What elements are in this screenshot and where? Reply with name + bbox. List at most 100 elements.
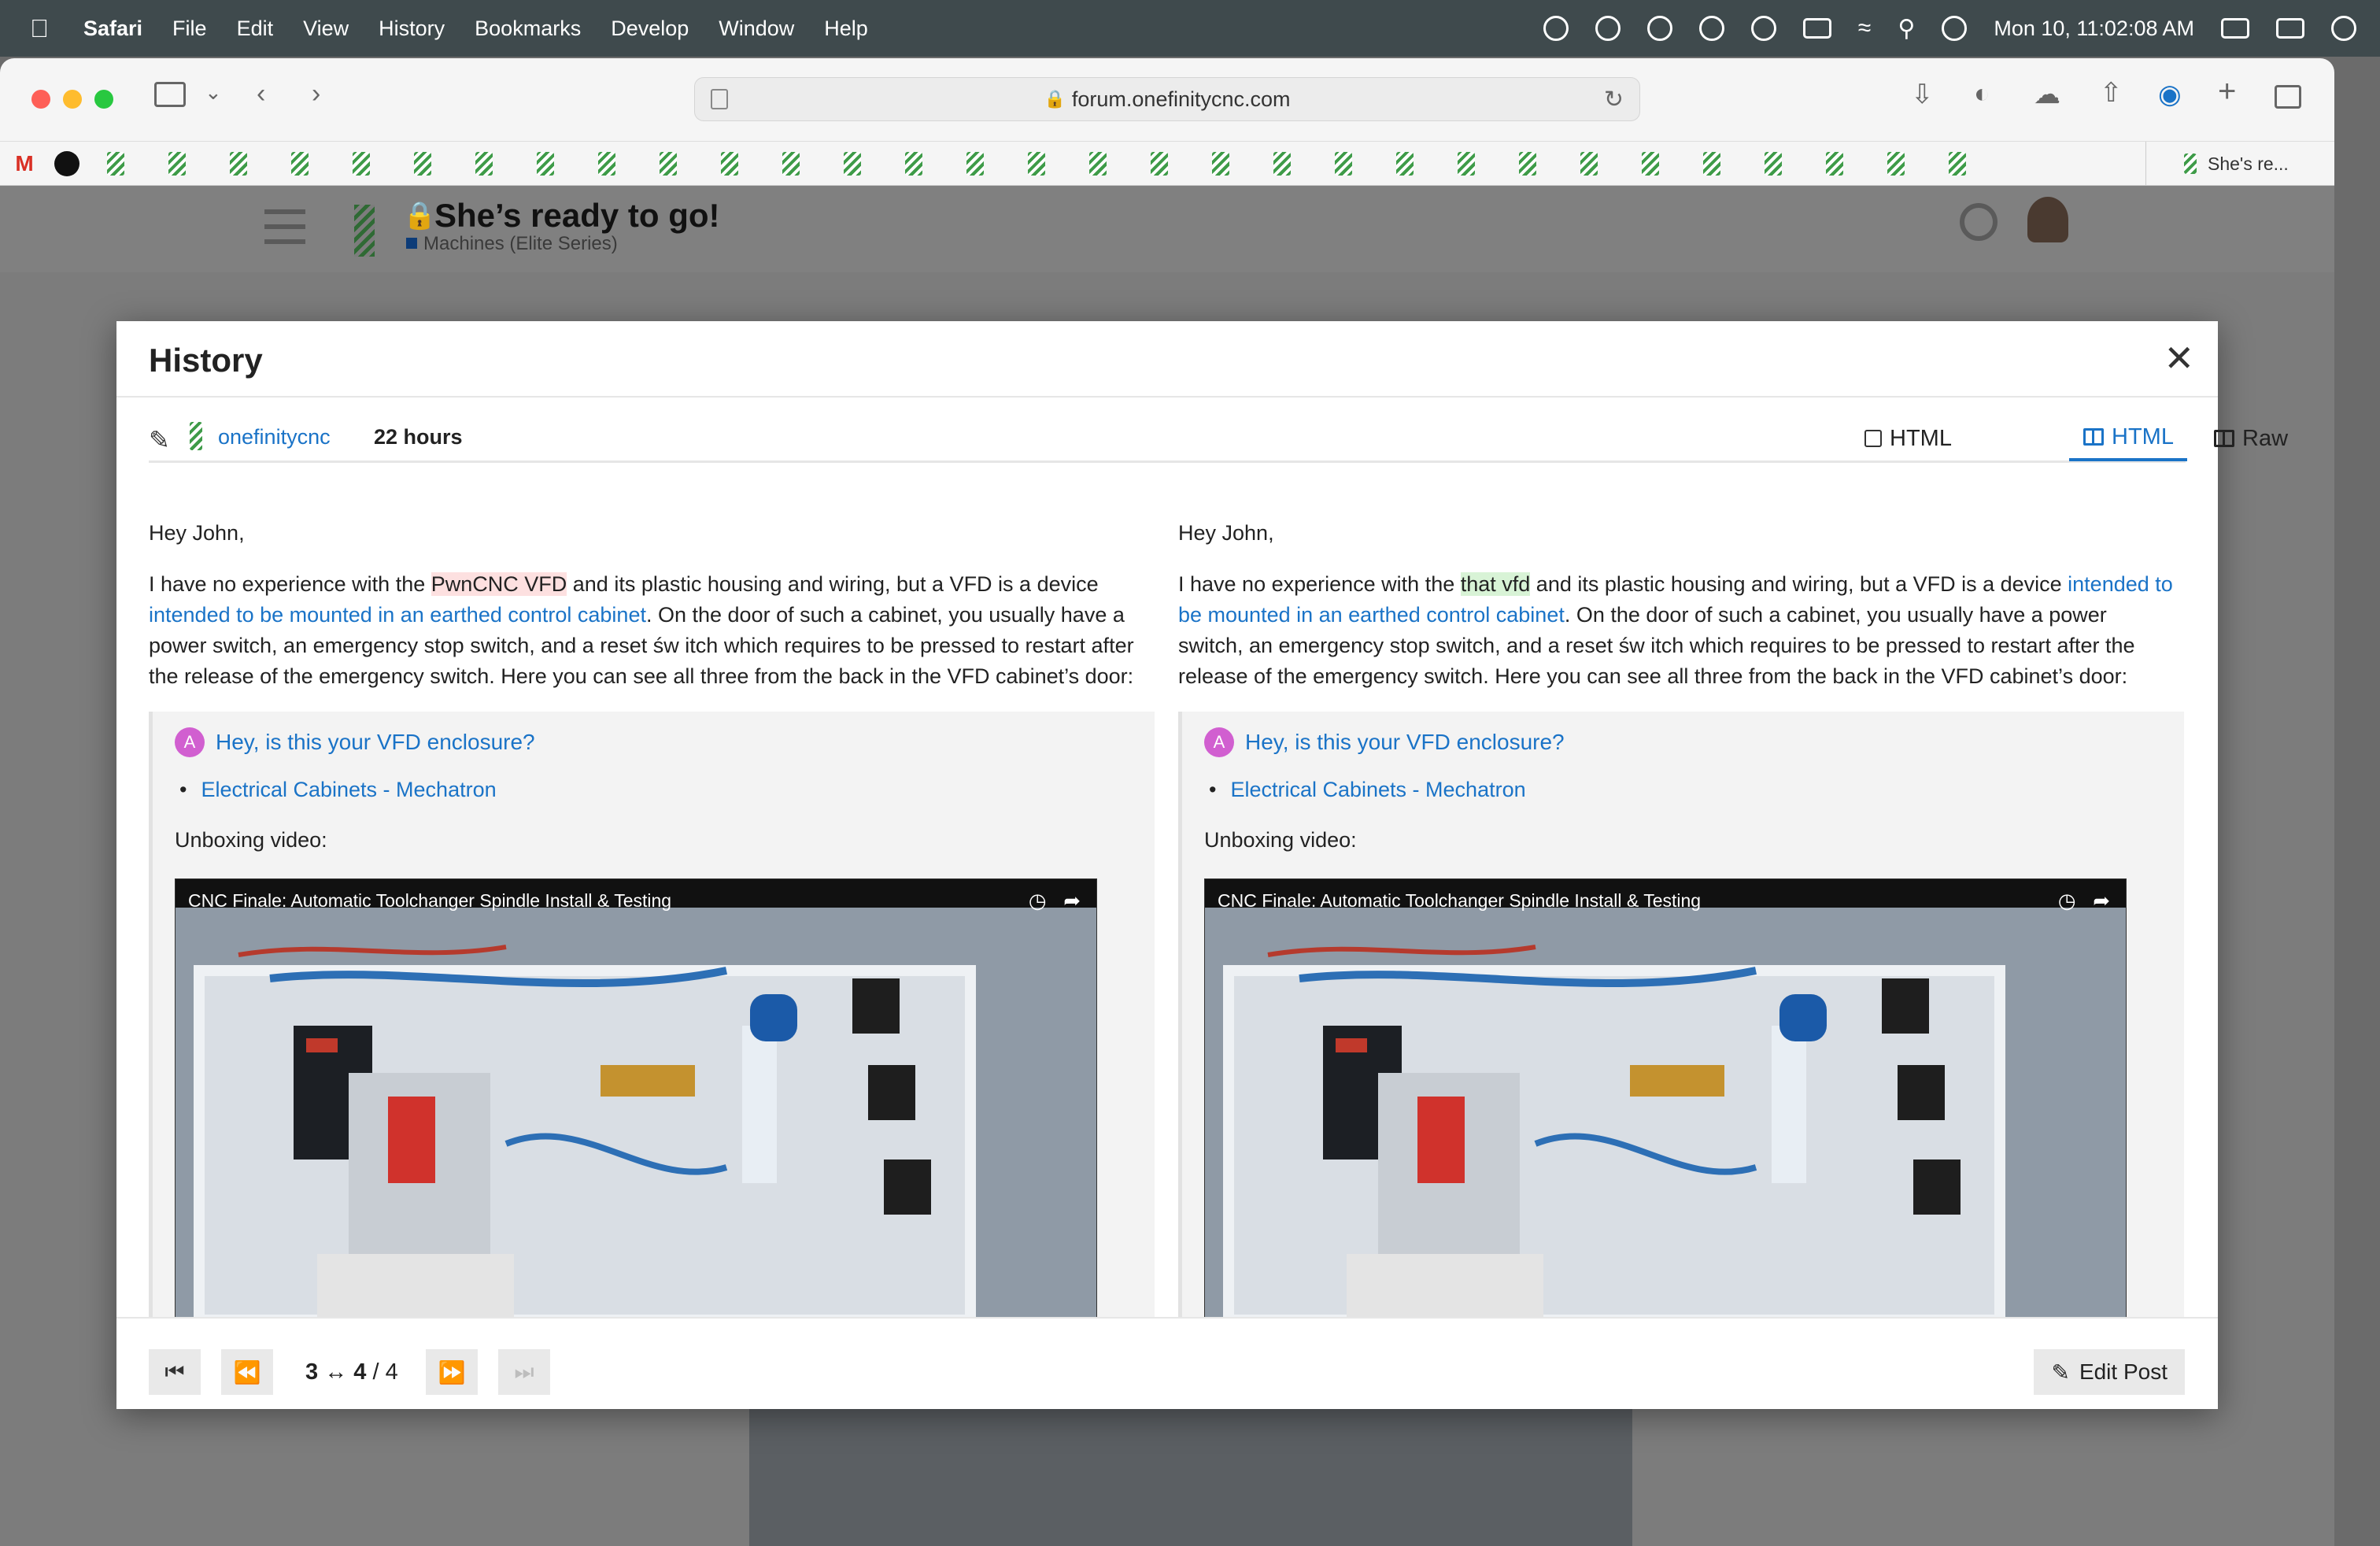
bookmark-stripe-icon[interactable]: [146, 151, 208, 176]
bookmark-stripe-icon[interactable]: [822, 151, 883, 176]
video-title[interactable]: CNC Finale: Automatic Toolchanger Spindl…: [1218, 890, 1701, 912]
address-bar[interactable]: 🔒 forum.onefinitycnc.com ↻: [694, 77, 1640, 121]
control-center-icon[interactable]: [2276, 18, 2304, 39]
bookmark-stripe-icon[interactable]: [392, 151, 453, 176]
bookmark-stripe-icon[interactable]: [1558, 151, 1620, 176]
video-embed[interactable]: CNC Finale: Automatic Toolchanger Spindl…: [175, 878, 1097, 1318]
menu-file[interactable]: File: [172, 17, 207, 41]
share-icon[interactable]: ⇧: [2100, 77, 2123, 109]
bookmark-stripe-icon[interactable]: [331, 151, 392, 176]
topic-title[interactable]: She’s ready to go!: [434, 197, 720, 235]
tab-overview-icon[interactable]: [2275, 85, 2301, 109]
sidebar-toggle-icon[interactable]: [154, 82, 186, 107]
chatgpt-icon[interactable]: [1698, 16, 1724, 41]
download-icon[interactable]: ⇩: [1911, 79, 1934, 110]
shield-icon[interactable]: ◐: [1974, 79, 1990, 109]
bookmark-stripe-icon[interactable]: [760, 151, 822, 176]
menu-app-safari[interactable]: Safari: [83, 17, 142, 41]
bookmark-stripe-icon[interactable]: [1743, 151, 1804, 176]
edit-post-button[interactable]: ✎ Edit Post: [2034, 1349, 2185, 1395]
menubar-clock[interactable]: Mon 10, 11:02:08 AM: [1994, 17, 2194, 41]
watch-later-icon[interactable]: ◷: [1029, 889, 1047, 912]
quote-header[interactable]: A Hey, is this your VFD enclosure?: [175, 727, 535, 757]
menu-edit[interactable]: Edit: [237, 17, 274, 41]
video-embed[interactable]: CNC Finale: Automatic Toolchanger Spindl…: [1204, 878, 2127, 1318]
bookmark-stripe-icon[interactable]: [453, 151, 515, 176]
bookmark-stripe-icon[interactable]: [1620, 151, 1681, 176]
menu-history[interactable]: History: [379, 17, 445, 41]
first-revision-button[interactable]: ⏮: [149, 1349, 201, 1395]
bookmark-stripe-icon[interactable]: [1067, 151, 1129, 176]
user-avatar-icon[interactable]: [190, 422, 202, 450]
bookmark-stripe-icon[interactable]: [208, 151, 269, 176]
list-item-link[interactable]: Electrical Cabinets - Mechatron: [179, 778, 496, 802]
bookmark-stripe-icon[interactable]: [515, 151, 576, 176]
play-icon[interactable]: [1750, 16, 1776, 41]
bookmark-stripe-icon[interactable]: [1006, 151, 1067, 176]
bookmark-stripe-icon[interactable]: [638, 151, 699, 176]
menu-help[interactable]: Help: [824, 17, 868, 41]
bookmark-stripe-icon[interactable]: [1927, 151, 1988, 176]
forward-icon[interactable]: ›: [312, 79, 320, 109]
bookmark-stripe-icon[interactable]: [1129, 151, 1190, 176]
new-tab-icon[interactable]: +: [2218, 74, 2236, 109]
bookmark-stripe-icon[interactable]: [1497, 151, 1558, 176]
globe-icon[interactable]: [1595, 16, 1621, 41]
openai-bookmark-icon[interactable]: [49, 150, 85, 176]
bookmark-stripe-icon[interactable]: [85, 151, 146, 176]
clock-history-icon[interactable]: [1942, 16, 1968, 41]
share-icon[interactable]: ➦: [1063, 889, 1081, 912]
bookmark-stripe-icon[interactable]: [1865, 151, 1927, 176]
battery-icon[interactable]: [1802, 18, 1831, 39]
hamburger-menu-icon[interactable]: [264, 209, 305, 244]
topic-category[interactable]: Machines (Elite Series): [423, 233, 618, 255]
revision-user[interactable]: onefinitycnc: [218, 425, 331, 449]
password-icon[interactable]: ◉: [2158, 79, 2182, 110]
cabinet-link[interactable]: intended to be mounted in an earthed con…: [149, 603, 646, 627]
quote-header[interactable]: A Hey, is this your VFD enclosure?: [1204, 727, 1565, 757]
bookmark-stripe-icon[interactable]: [1374, 151, 1436, 176]
bookmark-stripe-icon[interactable]: [883, 151, 944, 176]
open-tab[interactable]: She's re...: [2145, 142, 2334, 186]
quote-link[interactable]: Hey, is this your VFD enclosure?: [1245, 730, 1565, 755]
tab-raw[interactable]: Raw: [2214, 416, 2288, 461]
wifi-icon[interactable]: ≈: [1858, 15, 1871, 42]
bookmark-stripe-icon[interactable]: [1681, 151, 1743, 176]
chevron-down-icon[interactable]: ⌄: [205, 80, 222, 105]
forum-logo-icon[interactable]: [354, 205, 375, 257]
apple-icon[interactable]: : [30, 14, 61, 43]
list-item-link[interactable]: Electrical Cabinets - Mechatron: [1209, 778, 1525, 802]
bookmark-stripe-icon[interactable]: [576, 151, 638, 176]
watch-later-icon[interactable]: ◷: [2058, 889, 2076, 912]
bookmark-stripe-icon[interactable]: [1251, 151, 1313, 176]
close-icon[interactable]: ✕: [2164, 337, 2194, 379]
video-title[interactable]: CNC Finale: Automatic Toolchanger Spindl…: [188, 890, 671, 912]
tab-inline-html[interactable]: HTML: [1864, 416, 1952, 461]
tab-side-by-side-html[interactable]: HTML: [2069, 416, 2187, 461]
minimize-window-button[interactable]: [63, 90, 82, 109]
bookmark-stripe-icon[interactable]: [1313, 151, 1374, 176]
power-icon[interactable]: [2331, 16, 2356, 41]
bookmark-stripe-icon[interactable]: [1190, 151, 1251, 176]
back-icon[interactable]: ‹: [257, 79, 265, 109]
quote-link[interactable]: Hey, is this your VFD enclosure?: [216, 730, 535, 755]
share-icon[interactable]: ➦: [2093, 889, 2110, 912]
bookmark-stripe-icon[interactable]: [1436, 151, 1497, 176]
menu-window[interactable]: Window: [719, 17, 794, 41]
close-window-button[interactable]: [31, 90, 50, 109]
keyboard-icon[interactable]: [2221, 18, 2249, 39]
menu-develop[interactable]: Develop: [611, 17, 689, 41]
bookmark-stripe-icon[interactable]: [944, 151, 1006, 176]
reload-icon[interactable]: ↻: [1604, 86, 1624, 113]
user-avatar[interactable]: [2027, 197, 2068, 242]
compass-icon[interactable]: [1646, 16, 1672, 41]
forum-search-icon[interactable]: [1960, 203, 1998, 241]
menu-bookmarks[interactable]: Bookmarks: [475, 17, 581, 41]
bookmark-stripe-icon[interactable]: [1804, 151, 1865, 176]
cloud-icon[interactable]: ☁: [2034, 79, 2060, 110]
bookmark-stripe-icon[interactable]: [699, 151, 760, 176]
last-revision-button[interactable]: ⏭: [498, 1349, 550, 1395]
bookmark-stripe-icon[interactable]: [269, 151, 331, 176]
zoom-window-button[interactable]: [94, 90, 113, 109]
gmail-icon[interactable]: M: [0, 151, 49, 176]
